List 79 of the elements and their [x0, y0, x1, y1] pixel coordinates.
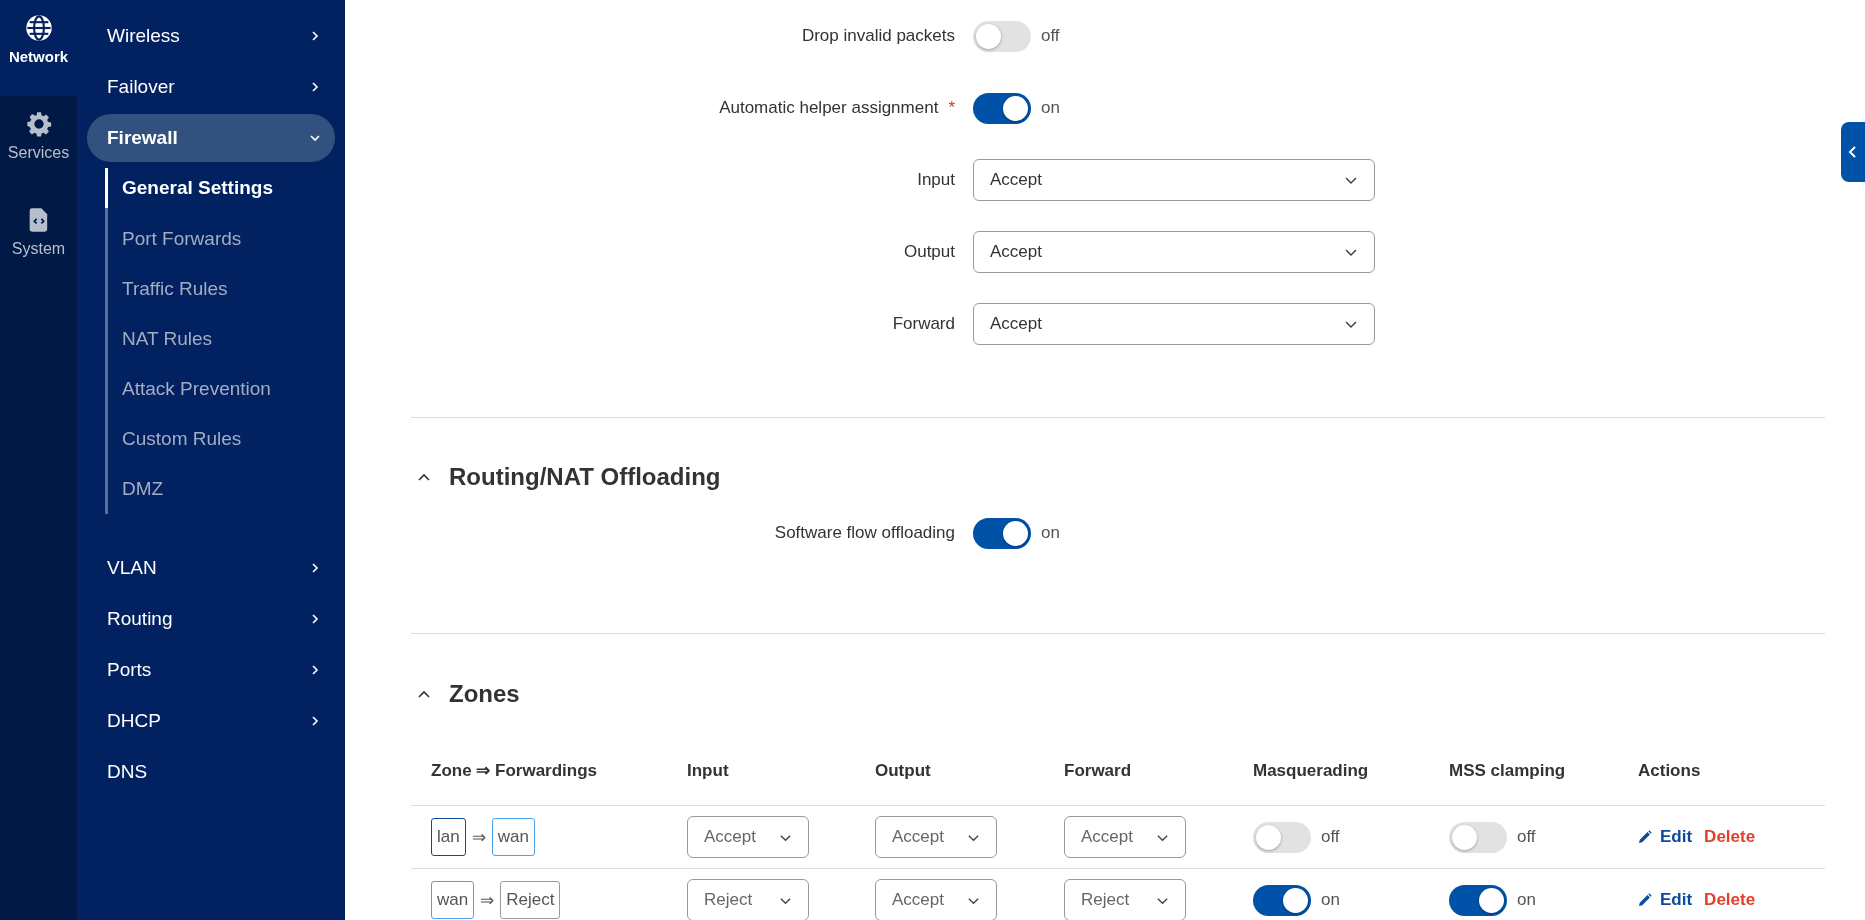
rail-label: Services [7, 144, 70, 162]
column-header: Zone ⇒ Forwardings [411, 760, 667, 806]
rail-item[interactable]: Services [0, 96, 77, 192]
column-header: Masquerading [1233, 760, 1429, 806]
rail-item[interactable]: System [0, 192, 77, 288]
toggle-switch[interactable] [1449, 884, 1507, 916]
toggle-state: off [1321, 827, 1340, 847]
toggle-switch[interactable] [1449, 821, 1507, 853]
gear-icon [24, 110, 53, 138]
toggle-switch[interactable] [973, 92, 1031, 124]
rail-item[interactable]: Network [0, 0, 77, 96]
submenu-item[interactable]: DMZ [105, 464, 335, 514]
toggle-state: on [1321, 890, 1340, 910]
chevron-left-icon [1847, 145, 1857, 159]
rail-label: System [11, 240, 66, 258]
menu-item[interactable]: Wireless [87, 12, 335, 60]
menu-item[interactable]: Failover [87, 63, 335, 111]
chevron-icon [309, 81, 321, 93]
edit-link[interactable]: Edit [1638, 890, 1693, 910]
zone-tag: wan [491, 818, 535, 856]
pencil-icon [1638, 893, 1652, 907]
menu-item[interactable]: Firewall [87, 114, 335, 162]
chevron-icon [309, 715, 321, 727]
rail-label: Network [8, 48, 69, 65]
field-label: Input [916, 170, 956, 190]
select-field[interactable]: Accept [973, 159, 1375, 201]
chevron-icon [309, 30, 321, 42]
zone-tag: lan [431, 818, 466, 856]
panel-toggle-button[interactable] [1841, 122, 1865, 182]
edit-link[interactable]: Edit [1638, 827, 1693, 847]
chevron-icon [309, 664, 321, 676]
chevron-icon [309, 132, 321, 144]
delete-link[interactable]: Delete [1704, 827, 1756, 847]
toggle-state: off [1041, 26, 1060, 46]
column-header: Actions [1618, 760, 1825, 806]
column-header: MSS clamping [1429, 760, 1618, 806]
chevron-icon [309, 562, 321, 574]
field-label: Software flow offloading [773, 523, 956, 543]
submenu-item[interactable]: Port Forwards [105, 214, 335, 264]
column-header: Output [855, 760, 1044, 806]
submenu-item[interactable]: General Settings [105, 168, 335, 208]
submenu-item[interactable]: Attack Prevention [105, 364, 335, 414]
zone-tag: Reject [500, 881, 561, 919]
chevron-icon [309, 613, 321, 625]
toggle-switch[interactable] [973, 517, 1031, 549]
select-field[interactable]: Accept [687, 816, 809, 858]
menu-item[interactable]: Routing [87, 595, 335, 643]
toggle-state: on [1041, 523, 1060, 543]
toggle-state: off [1517, 827, 1536, 847]
field-label: Drop invalid packets [800, 26, 956, 46]
zone-tag: wan [431, 881, 475, 919]
column-header: Input [667, 760, 855, 806]
select-field[interactable]: Accept [1064, 816, 1186, 858]
toggle-switch[interactable] [1253, 821, 1311, 853]
select-field[interactable]: Accept [973, 303, 1375, 345]
menu-item[interactable]: DHCP [87, 697, 335, 745]
section-title: Routing/NAT Offloading [449, 463, 721, 491]
arrow-symbol: ⇒ [480, 889, 495, 911]
toggle-switch[interactable] [1253, 884, 1311, 916]
pencil-icon [1638, 830, 1652, 844]
menu-item[interactable]: Ports [87, 646, 335, 694]
field-label: Output [902, 242, 956, 262]
menu-item[interactable]: VLAN [87, 544, 335, 592]
field-label: Forward [891, 314, 956, 334]
globe-icon [24, 14, 53, 42]
submenu-item[interactable]: Traffic Rules [105, 264, 335, 314]
submenu-item[interactable]: NAT Rules [105, 314, 335, 364]
select-field[interactable]: Accept [973, 231, 1375, 273]
field-label: Automatic helper assignment * [718, 98, 956, 118]
toggle-switch[interactable] [973, 20, 1031, 52]
delete-link[interactable]: Delete [1704, 890, 1756, 910]
menu-item[interactable]: DNS [87, 748, 335, 796]
arrow-symbol: ⇒ [471, 826, 486, 848]
section-title: Zones [449, 680, 520, 708]
column-header: Forward [1044, 760, 1233, 806]
submenu-item[interactable]: Custom Rules [105, 414, 335, 464]
toggle-state: on [1041, 98, 1060, 118]
select-field[interactable]: Accept [875, 816, 997, 858]
toggle-state: on [1517, 890, 1536, 910]
